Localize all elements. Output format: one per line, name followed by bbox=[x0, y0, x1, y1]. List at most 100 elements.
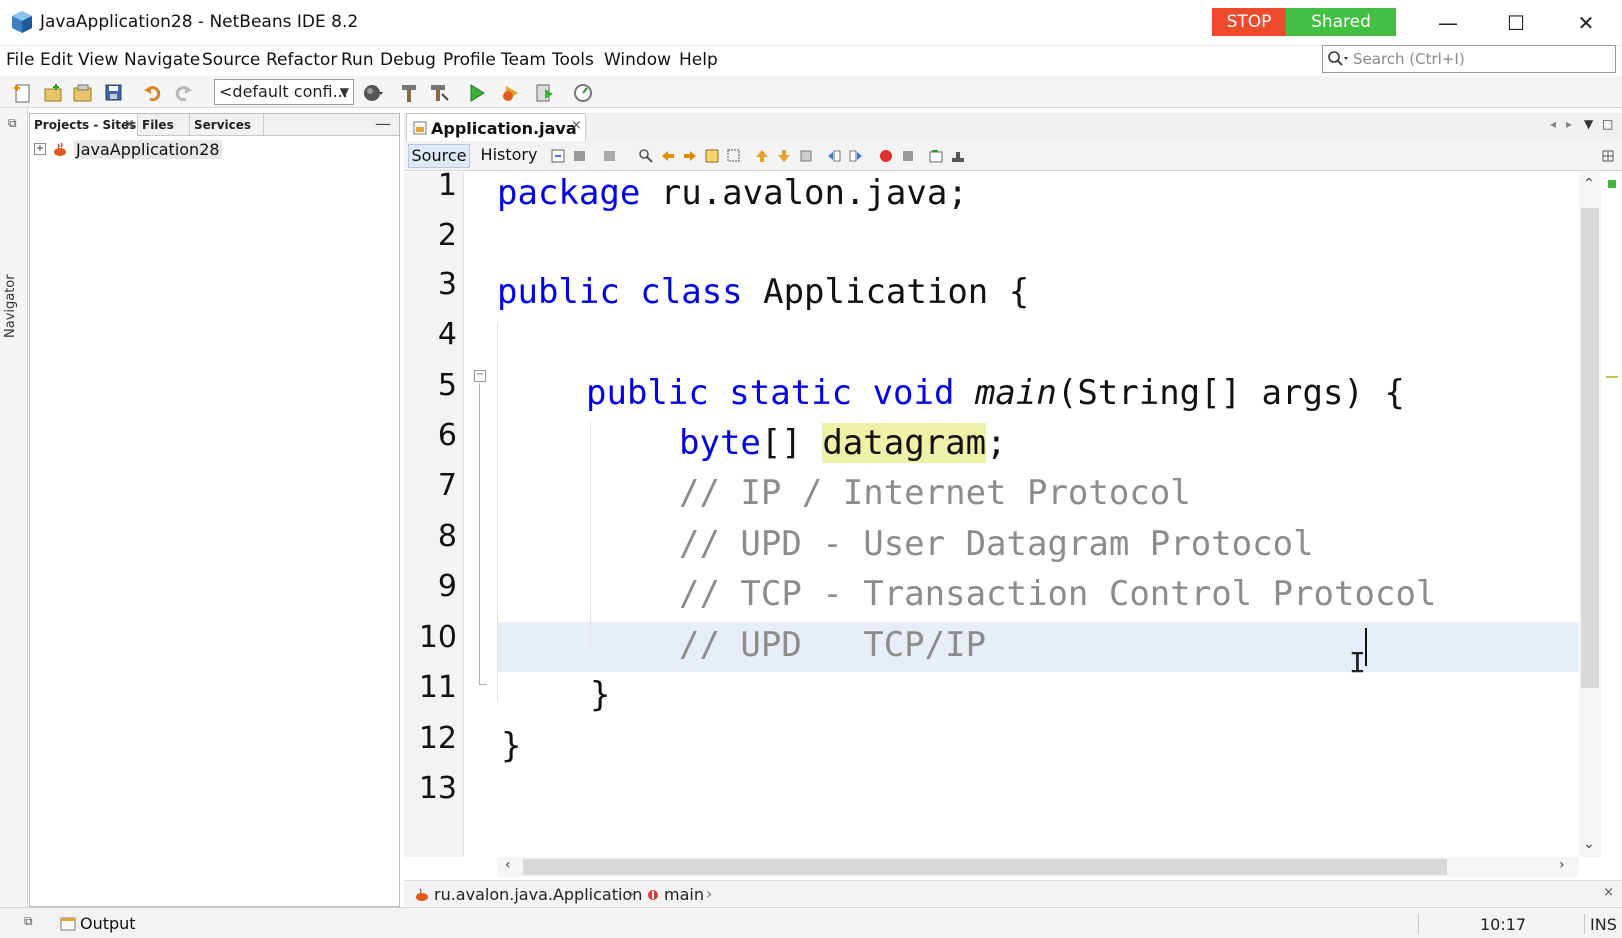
find-next-icon[interactable] bbox=[682, 148, 698, 164]
menu-tools[interactable]: Tools bbox=[552, 50, 594, 70]
tab-list-dropdown-icon[interactable]: ▼ bbox=[1584, 117, 1593, 131]
minimize-panel-button[interactable]: — bbox=[375, 114, 391, 133]
scroll-down-icon[interactable]: ⌄ bbox=[1583, 836, 1595, 852]
scroll-tabs-right-icon[interactable]: ▸ bbox=[1566, 117, 1572, 131]
vertical-scroll-thumb[interactable] bbox=[1581, 208, 1599, 688]
stop-macro-recording-icon[interactable] bbox=[900, 148, 916, 164]
menu-team[interactable]: Team bbox=[501, 50, 546, 70]
stop-button[interactable]: STOP bbox=[1212, 8, 1286, 36]
tree-expand-toggle[interactable]: + bbox=[34, 143, 46, 155]
rectangular-selection-icon[interactable] bbox=[726, 148, 742, 164]
open-project-icon[interactable] bbox=[72, 82, 94, 104]
split-editor-icon[interactable] bbox=[1600, 148, 1616, 164]
menu-refactor[interactable]: Refactor bbox=[266, 50, 337, 70]
search-placeholder: Search (Ctrl+I) bbox=[1353, 50, 1465, 68]
navigator-tab[interactable]: Navigator bbox=[3, 274, 18, 338]
output-tab[interactable]: Output bbox=[80, 914, 136, 933]
breadcrumb-close-icon[interactable]: × bbox=[1603, 885, 1614, 900]
back-icon[interactable] bbox=[572, 148, 588, 164]
tab-services[interactable]: Services bbox=[190, 114, 264, 136]
scroll-up-icon[interactable]: ⌃ bbox=[1583, 176, 1595, 192]
menu-debug[interactable]: Debug bbox=[380, 50, 436, 70]
menu-profile[interactable]: Profile bbox=[443, 50, 496, 70]
toggle-bookmark-icon[interactable] bbox=[798, 148, 814, 164]
menu-edit[interactable]: Edit bbox=[40, 50, 73, 70]
start-macro-recording-icon[interactable] bbox=[878, 148, 894, 164]
new-file-icon[interactable] bbox=[12, 82, 34, 104]
scroll-left-icon[interactable]: ‹ bbox=[505, 857, 511, 873]
editor-tab-close-icon[interactable]: × bbox=[571, 118, 582, 133]
projects-tab-bar: Projects - Sites × Files Services — bbox=[30, 114, 399, 136]
no-errors-indicator bbox=[1608, 180, 1616, 188]
caret-position: 10:17 bbox=[1480, 915, 1527, 934]
method-icon bbox=[648, 890, 658, 900]
code-text: Application { bbox=[742, 272, 1030, 312]
menu-source[interactable]: Source bbox=[202, 50, 260, 70]
code-line-6: byte[] datagram; bbox=[679, 418, 1007, 468]
menu-run[interactable]: Run bbox=[341, 50, 374, 70]
vertical-scrollbar[interactable]: ⌃ ⌄ bbox=[1579, 172, 1601, 857]
horizontal-scroll-thumb[interactable] bbox=[523, 859, 1447, 875]
menu-window[interactable]: Window bbox=[604, 50, 671, 70]
find-previous-icon[interactable] bbox=[660, 148, 676, 164]
menu-help[interactable]: Help bbox=[679, 50, 718, 70]
fold-collapse-icon[interactable]: − bbox=[474, 370, 486, 382]
uncomment-icon[interactable] bbox=[950, 148, 966, 164]
occurrence-mark[interactable] bbox=[1606, 376, 1618, 378]
configuration-value: <default confi... bbox=[219, 82, 348, 101]
editor-tab-bar: Application.java × ◂ ▸ ▼ □ bbox=[404, 113, 1622, 141]
restore-window-icon[interactable]: ⧉ bbox=[8, 116, 17, 131]
last-edit-icon[interactable] bbox=[550, 148, 566, 164]
maximize-editor-icon[interactable]: □ bbox=[1602, 117, 1613, 131]
build-hammer-icon[interactable] bbox=[398, 82, 420, 104]
code-line-3: public class Application { bbox=[497, 267, 1029, 317]
restore-output-icon[interactable]: ⧉ bbox=[24, 914, 33, 929]
previous-bookmark-icon[interactable] bbox=[754, 148, 770, 164]
tab-projects-close-icon[interactable]: × bbox=[124, 114, 135, 136]
save-all-icon[interactable] bbox=[103, 82, 125, 104]
history-tab[interactable]: History bbox=[474, 144, 544, 168]
keyword: byte bbox=[679, 423, 761, 463]
shared-button[interactable]: Shared bbox=[1286, 8, 1396, 36]
fold-end-marker bbox=[479, 684, 487, 685]
code-text: ; bbox=[986, 423, 1007, 463]
menu-file[interactable]: File bbox=[6, 50, 34, 70]
shift-right-icon[interactable] bbox=[848, 148, 864, 164]
breadcrumb-method[interactable]: main bbox=[664, 885, 704, 904]
scroll-right-icon[interactable]: › bbox=[1559, 857, 1565, 873]
line-number: 6 bbox=[437, 418, 457, 453]
next-bookmark-icon[interactable] bbox=[776, 148, 792, 164]
undo-icon[interactable] bbox=[142, 82, 164, 104]
horizontal-scrollbar[interactable]: ‹ › bbox=[497, 857, 1579, 877]
minimize-button[interactable]: — bbox=[1428, 6, 1468, 40]
search-input[interactable]: Search (Ctrl+I) bbox=[1322, 45, 1616, 73]
source-tab[interactable]: Source bbox=[408, 144, 470, 168]
tab-files[interactable]: Files bbox=[138, 114, 190, 136]
code-text: (String[] args) { bbox=[1056, 373, 1405, 413]
maximize-button[interactable]: ☐ bbox=[1496, 6, 1536, 40]
line-number: 12 bbox=[418, 721, 457, 756]
profile-project-icon[interactable] bbox=[534, 82, 556, 104]
toggle-highlight-icon[interactable] bbox=[704, 148, 720, 164]
configuration-select[interactable]: <default confi... ▼ bbox=[214, 79, 354, 105]
tab-projects[interactable]: Projects - Sites × bbox=[30, 114, 138, 136]
run-project-icon[interactable] bbox=[466, 82, 488, 104]
menu-navigate[interactable]: Navigate bbox=[124, 50, 200, 70]
scroll-tabs-left-icon[interactable]: ◂ bbox=[1550, 117, 1556, 131]
close-window-button[interactable]: ✕ bbox=[1566, 6, 1606, 40]
menu-view[interactable]: View bbox=[78, 50, 118, 70]
tab-application-java[interactable]: Application.java × bbox=[406, 113, 586, 141]
comment-icon[interactable] bbox=[928, 148, 944, 164]
redo-icon[interactable] bbox=[172, 82, 194, 104]
clean-build-icon[interactable] bbox=[428, 82, 450, 104]
gauge-icon[interactable] bbox=[572, 82, 594, 104]
globe-icon[interactable] bbox=[362, 82, 384, 104]
line-number: 2 bbox=[437, 218, 457, 253]
code-editor[interactable]: package ru.avalon.java; public class App… bbox=[497, 172, 1579, 857]
debug-project-icon[interactable] bbox=[500, 82, 522, 104]
new-project-icon[interactable] bbox=[42, 82, 64, 104]
breadcrumb-class[interactable]: ru.avalon.java.Application bbox=[434, 885, 642, 904]
find-icon[interactable] bbox=[638, 148, 654, 164]
forward-icon[interactable] bbox=[602, 148, 618, 164]
shift-left-icon[interactable] bbox=[826, 148, 842, 164]
